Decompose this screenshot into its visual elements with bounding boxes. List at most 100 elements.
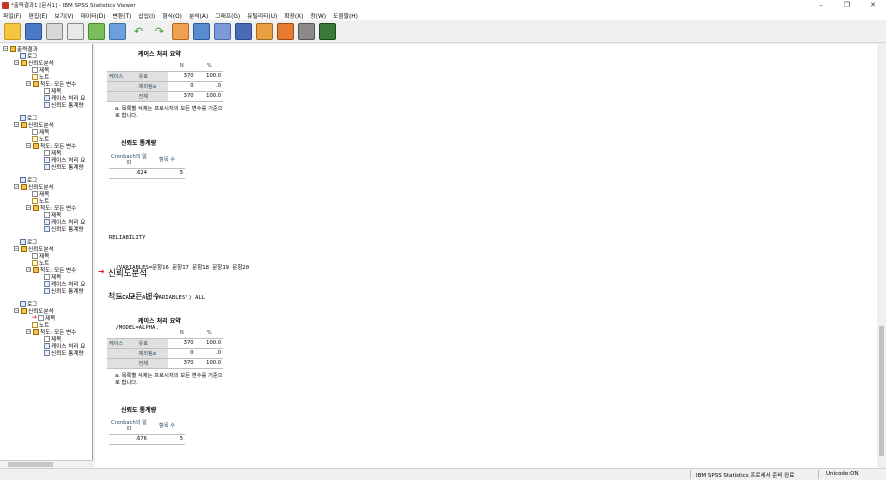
reliability-stats-title: 신뢰도 통계량 xyxy=(121,140,157,147)
reliability-stats-table-2[interactable]: Cronbach의 알파 항목 수 .676 5 xyxy=(109,418,185,445)
title-icon xyxy=(32,190,38,197)
menu-insert[interactable]: 삽입(I) xyxy=(138,11,155,20)
case-summary-table-2[interactable]: N% 케이스 유효 370 100.0 제외됨a 0.0 전체 370 100.0 xyxy=(107,328,223,369)
collapse-icon[interactable]: − xyxy=(3,46,8,51)
collapse-icon[interactable]: − xyxy=(14,60,19,65)
menu-graphs[interactable]: 그래프(G) xyxy=(215,11,240,20)
menu-utilities[interactable]: 유틸리티(U) xyxy=(247,11,277,20)
table-icon xyxy=(44,218,50,225)
collapse-icon[interactable]: − xyxy=(14,246,19,251)
title-icon xyxy=(44,87,50,94)
table-icon xyxy=(44,101,50,108)
nav-rel-stats[interactable]: 신뢰도 통계량 xyxy=(44,349,84,357)
collapse-icon[interactable]: − xyxy=(26,267,31,272)
status-divider xyxy=(818,470,819,479)
redo-icon[interactable]: ↷ xyxy=(151,23,168,40)
goto-variable-icon[interactable] xyxy=(214,23,231,40)
table-icon xyxy=(44,163,50,170)
nav-rel-stats[interactable]: 신뢰도 통계량 xyxy=(44,101,84,109)
log-icon xyxy=(20,300,26,307)
collapse-icon[interactable]: − xyxy=(14,122,19,127)
nav-rel-stats[interactable]: 신뢰도 통계량 xyxy=(44,225,84,233)
notes-icon xyxy=(32,135,38,142)
export-icon[interactable] xyxy=(88,23,105,40)
collapse-icon[interactable]: − xyxy=(14,184,19,189)
menu-window[interactable]: 창(W) xyxy=(310,11,326,20)
collapse-icon[interactable]: − xyxy=(26,143,31,148)
table-icon xyxy=(44,156,50,163)
notes-icon xyxy=(32,197,38,204)
case-summary-table[interactable]: N% 케이스 유효 370 100.0 제외됨a 0.0 전체 370 100.0 xyxy=(107,61,223,102)
notes-icon xyxy=(32,73,38,80)
save-icon[interactable] xyxy=(25,23,42,40)
table-icon xyxy=(44,280,50,287)
log-icon xyxy=(20,114,26,121)
menu-extensions[interactable]: 확장(X) xyxy=(284,11,303,20)
print-preview-icon[interactable] xyxy=(67,23,84,40)
notes-icon xyxy=(32,259,38,266)
title-icon xyxy=(32,66,38,73)
recall-dialog-icon[interactable] xyxy=(109,23,126,40)
designate-window-icon[interactable] xyxy=(256,23,273,40)
hide-icon[interactable] xyxy=(298,23,315,40)
log-icon xyxy=(20,52,26,59)
output-book-icon xyxy=(33,266,39,273)
menu-file[interactable]: 파일(F) xyxy=(3,11,22,20)
content-vertical-scrollbar[interactable] xyxy=(877,44,886,468)
output-book-icon xyxy=(33,142,39,149)
log-icon xyxy=(20,176,26,183)
reliability-stats-table[interactable]: Cronbach의 알파 항목 수 .624 5 xyxy=(109,152,185,179)
menu-format[interactable]: 형식(O) xyxy=(162,11,182,20)
menu-transform[interactable]: 변환(T) xyxy=(113,11,132,20)
section-heading[interactable]: 신뢰도분석 xyxy=(108,267,147,279)
open-icon[interactable] xyxy=(4,23,21,40)
menu-analyze[interactable]: 분석(A) xyxy=(189,11,208,20)
output-book-icon xyxy=(21,307,27,314)
maximize-button[interactable]: ❐ xyxy=(834,0,860,10)
menu-bar: 파일(F) 편집(E) 보기(V) 데이터(D) 변환(T) 삽입(I) 형식(… xyxy=(0,10,886,20)
current-arrow-icon: ➔ xyxy=(32,314,38,321)
collapse-icon[interactable]: − xyxy=(26,81,31,86)
output-book-icon xyxy=(21,183,27,190)
scroll-thumb[interactable] xyxy=(879,326,884,456)
undo-icon[interactable]: ↶ xyxy=(130,23,147,40)
close-button[interactable]: ✕ xyxy=(860,0,886,10)
output-book-icon xyxy=(21,121,27,128)
output-book-icon xyxy=(21,59,27,66)
print-icon[interactable] xyxy=(46,23,63,40)
menu-help[interactable]: 도움말(H) xyxy=(333,11,358,20)
collapse-icon[interactable]: − xyxy=(26,205,31,210)
menu-data[interactable]: 데이터(D) xyxy=(81,11,106,20)
goto-case-icon[interactable] xyxy=(193,23,210,40)
table-icon xyxy=(44,342,50,349)
scale-heading[interactable]: 척도: 모든 변수 xyxy=(108,291,160,302)
spss-app-icon xyxy=(2,1,9,9)
nav-rel-stats[interactable]: 신뢰도 통계량 xyxy=(44,163,84,171)
menu-edit[interactable]: 편집(E) xyxy=(29,11,48,20)
window-title: *출력결과1 [문서1] - IBM SPSS Statistics Viewe… xyxy=(11,3,136,9)
scroll-thumb[interactable] xyxy=(8,462,53,467)
output-book-icon xyxy=(33,80,39,87)
output-book-icon xyxy=(10,45,16,52)
output-book-icon xyxy=(33,328,39,335)
case-summary-footnote-2: a. 목록별 삭제는 프로시저의 모든 변수를 기준으로 합니다. xyxy=(115,373,223,386)
title-icon xyxy=(44,273,50,280)
collapse-icon[interactable]: − xyxy=(14,308,19,313)
current-item-arrow-icon: ➔ xyxy=(98,267,105,276)
promote-icon[interactable] xyxy=(319,23,336,40)
unicode-status: Unicode:ON xyxy=(826,471,859,477)
select-output-icon[interactable] xyxy=(277,23,294,40)
table-icon xyxy=(44,349,50,356)
title-icon xyxy=(44,335,50,342)
notes-icon xyxy=(32,321,38,328)
goto-data-icon[interactable] xyxy=(172,23,189,40)
menu-view[interactable]: 보기(V) xyxy=(54,11,73,20)
table-icon xyxy=(44,225,50,232)
nav-rel-stats[interactable]: 신뢰도 통계량 xyxy=(44,287,84,295)
variables-icon[interactable] xyxy=(235,23,252,40)
nav-horizontal-scrollbar[interactable] xyxy=(0,460,93,468)
toolbar: ↶ ↷ xyxy=(0,21,886,43)
collapse-icon[interactable]: − xyxy=(26,329,31,334)
log-icon xyxy=(20,238,26,245)
minimize-button[interactable]: – xyxy=(808,0,834,10)
